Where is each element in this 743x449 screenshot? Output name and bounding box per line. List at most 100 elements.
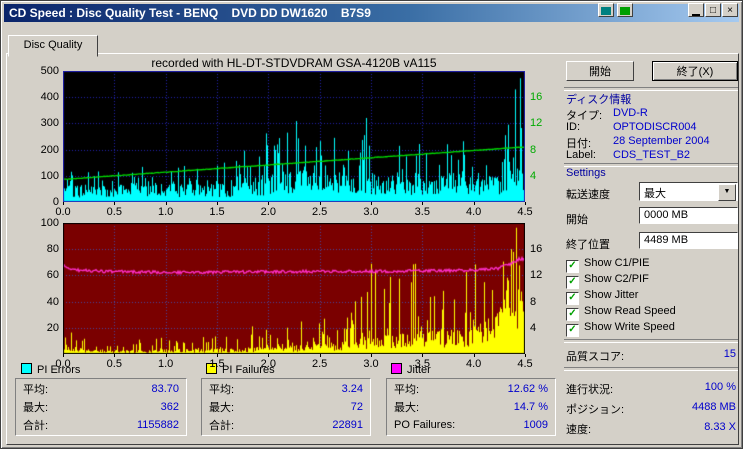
maximize-button[interactable]: □ <box>705 3 721 17</box>
stat-value: 12.62 % <box>507 383 548 395</box>
stat-label: PO Failures: <box>394 419 456 431</box>
quality-score-value: 15 <box>723 348 736 360</box>
stat-label: 平均: <box>394 384 420 396</box>
y-axis-tick-label: 20 <box>46 321 59 334</box>
x-axis-tick-label: 0.0 <box>55 358 71 370</box>
x-axis-tickmark <box>422 202 424 205</box>
y-axis-tick-label: 300 <box>40 117 59 130</box>
y-axis-tick-label: 500 <box>40 65 59 77</box>
stat-label: 最大: <box>394 402 420 414</box>
app-icon-button-1[interactable] <box>598 3 614 17</box>
y2-axis-tick-label: 8 <box>530 295 537 308</box>
show-c2-pif-checkbox[interactable]: ✓ Show C2/PIF <box>566 273 649 289</box>
show-read-speed-checkbox[interactable]: ✓ Show Read Speed <box>566 305 676 321</box>
stat-value: 72 <box>350 401 363 413</box>
x-axis-tick-label: 4.0 <box>466 358 482 370</box>
y-axis-tick-label: 100 <box>40 169 59 182</box>
pie-errors-chart <box>63 71 525 202</box>
app-window: CD Speed : Disc Quality Test - BENQ DVD … <box>0 0 743 449</box>
x-axis-tickmark <box>319 202 321 205</box>
checkbox-label: Show C1/PIE <box>584 257 650 269</box>
chevron-down-icon[interactable]: ▼ <box>718 184 736 201</box>
end-position-label: 終了位置 <box>566 239 610 251</box>
progress-value: 100 % <box>704 381 736 393</box>
x-axis-tickmark <box>63 202 64 205</box>
window-title: CD Speed : Disc Quality Test - BENQ DVD … <box>9 6 371 20</box>
x-axis-tickmark <box>371 202 372 205</box>
checkbox-check-icon[interactable]: ✓ <box>566 276 579 289</box>
close-button[interactable]: × <box>722 3 738 17</box>
transfer-speed-value: 最大 <box>644 188 666 200</box>
tab-disc-quality[interactable]: Disc Quality <box>8 35 98 57</box>
disc-type-value: DVD-R <box>613 107 648 119</box>
x-axis-tick-label: 1.5 <box>209 206 225 218</box>
quality-score-label: 品質スコア: <box>566 351 625 363</box>
minimize-button[interactable] <box>688 3 704 17</box>
x-axis-tickmark <box>371 354 372 357</box>
jitter-stats: 平均: 12.62 % 最大: 14.7 % PO Failures: 1009 <box>386 378 556 436</box>
y2-axis-tick-label: 16 <box>530 243 543 256</box>
checkbox-label: Show Write Speed <box>584 321 675 333</box>
x-axis-tick-label: 2.0 <box>260 358 276 370</box>
stat-value: 1155882 <box>136 419 179 431</box>
checkbox-check-icon[interactable]: ✓ <box>566 292 579 305</box>
checkbox-check-icon[interactable]: ✓ <box>566 260 579 273</box>
transfer-speed-dropdown[interactable]: 最大 ▼ <box>639 182 738 201</box>
start-button[interactable]: 開始 <box>566 61 634 81</box>
x-axis-tickmark <box>114 354 116 357</box>
x-axis-tick-label: 2.0 <box>260 206 276 218</box>
stat-label: 合計: <box>23 420 49 432</box>
y2-axis-tick-label: 12 <box>530 269 543 282</box>
y-axis-tick-label: 200 <box>40 143 59 156</box>
x-axis-tick-label: 0.5 <box>106 358 122 370</box>
x-axis-tick-label: 3.5 <box>414 358 430 370</box>
disc-label-label: Label: <box>566 149 596 161</box>
stat-value: 14.7 % <box>513 401 548 413</box>
checkbox-label: Show Jitter <box>584 289 639 301</box>
x-axis-tickmark <box>473 354 475 357</box>
checkbox-check-icon[interactable]: ✓ <box>566 308 579 321</box>
x-axis-tick-label: 1.0 <box>158 206 174 218</box>
x-axis-tickmark <box>525 354 526 357</box>
y2-axis-tick-label: 4 <box>530 169 537 182</box>
x-axis-tick-label: 4.5 <box>517 206 533 218</box>
x-axis-tickmark <box>165 354 167 357</box>
stat-label: 最大: <box>23 402 49 414</box>
pi-errors-stats: 平均: 83.70 最大: 362 合計: 1155882 <box>15 378 187 436</box>
settings-group-label: Settings <box>566 167 606 179</box>
recorded-with-note: recorded with HL-DT-STDVDRAM GSA-4120B v… <box>151 56 437 70</box>
y2-axis-tick-label: 12 <box>530 117 543 130</box>
y-axis-tick-label: 0 <box>52 196 59 208</box>
checkbox-check-icon[interactable]: ✓ <box>566 324 579 337</box>
x-axis-tick-label: 3.5 <box>414 206 430 218</box>
disc-date-value: 28 September 2004 <box>613 135 710 147</box>
pi-failures-stats: 平均: 3.24 最大: 72 合計: 22891 <box>201 378 371 436</box>
speed-value: 8.33 X <box>704 421 736 433</box>
position-value: 4488 MB <box>691 401 736 413</box>
pif-jitter-chart <box>63 223 525 354</box>
show-jitter-checkbox[interactable]: ✓ Show Jitter <box>566 289 639 305</box>
position-label: ポジション: <box>566 404 625 416</box>
x-axis-tickmark <box>63 354 64 357</box>
x-axis-tickmark <box>319 354 321 357</box>
start-position-field[interactable]: 0000 MB <box>639 207 738 224</box>
exit-button[interactable]: 終了(X) <box>652 61 738 81</box>
x-axis-tickmark <box>217 202 218 205</box>
x-axis-tick-label: 4.5 <box>517 358 533 370</box>
y-axis-tick-label: 400 <box>40 91 59 104</box>
end-position-field[interactable]: 4489 MB <box>639 232 738 249</box>
x-axis-tick-label: 2.5 <box>312 358 328 370</box>
x-axis-tickmark <box>473 202 475 205</box>
speed-label: 速度: <box>566 424 592 436</box>
show-c1-pie-checkbox[interactable]: ✓ Show C1/PIE <box>566 257 650 273</box>
show-write-speed-checkbox[interactable]: ✓ Show Write Speed <box>566 321 675 337</box>
x-axis-tick-label: 2.5 <box>312 206 328 218</box>
stat-label: 合計: <box>209 420 235 432</box>
y-axis-tick-label: 100 <box>40 217 59 229</box>
stat-value: 83.70 <box>151 383 179 395</box>
disc-id-value: OPTODISCR004 <box>613 121 697 133</box>
stat-label: 平均: <box>209 384 235 396</box>
x-axis-tickmark <box>422 354 424 357</box>
stat-value: 22891 <box>332 419 363 431</box>
app-icon-button-2[interactable] <box>617 3 633 17</box>
